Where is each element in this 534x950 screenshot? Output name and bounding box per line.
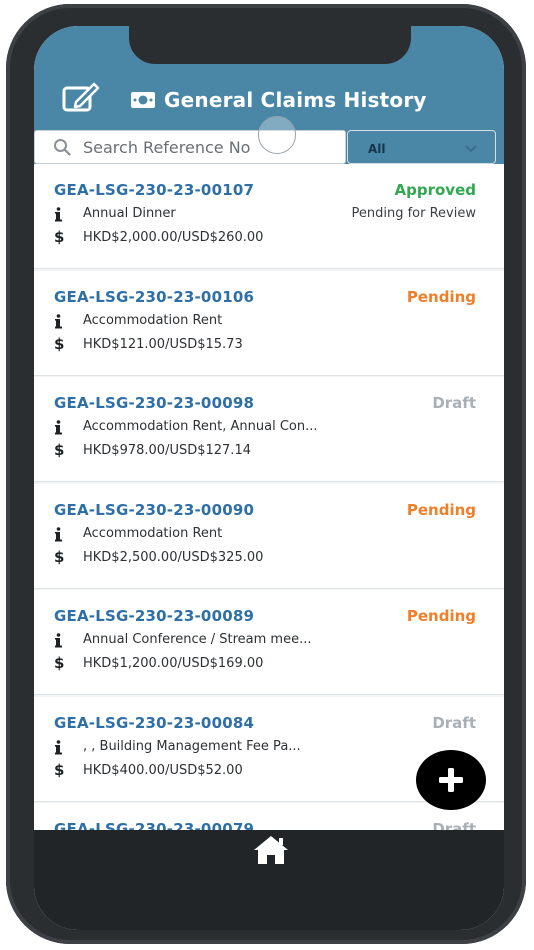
- money-icon: [131, 92, 155, 108]
- home-icon[interactable]: [252, 834, 290, 866]
- claim-reference: GEA-LSG-230-23-00089: [54, 607, 255, 625]
- status-filter-select[interactable]: All: [347, 130, 496, 164]
- info-icon: [55, 313, 62, 328]
- claim-amount: HKD$400.00/USD$52.00: [83, 762, 243, 778]
- claims-list[interactable]: GEA-LSG-230-23-00107 Approved Pending for …: [34, 164, 504, 830]
- claim-status: Pending: [406, 287, 476, 306]
- claim-reference: GEA-LSG-230-23-00090: [54, 500, 255, 519]
- claim-description: Accommodation Rent, Annual Con...: [83, 419, 318, 434]
- screen: General Claims History All GEA-LSG-230-2…: [34, 26, 504, 930]
- claim-amount: HKD$978.00/USD$127.14: [83, 443, 251, 458]
- claim-reference: GEA-LSG-230-23-00079: [54, 820, 255, 830]
- claim-reference: GEA-LSG-230-23-00098: [54, 394, 255, 412]
- bottom-nav-bar: [34, 830, 504, 930]
- dollar-icon: $: [54, 547, 65, 566]
- info-icon: [55, 207, 62, 222]
- claim-reference: GEA-LSG-230-23-00106: [54, 287, 255, 306]
- search-box[interactable]: [34, 130, 346, 164]
- page-title-group: General Claims History: [130, 86, 427, 114]
- plus-icon: [439, 768, 463, 792]
- claim-status: Pending: [406, 500, 476, 519]
- claim-list-item[interactable]: GEA-LSG-230-23-00106 Pending $ Accommodatio…: [34, 270, 504, 376]
- claim-amount: HKD$121.00/USD$15.73: [83, 336, 243, 352]
- claim-description: Accommodation Rent: [83, 312, 223, 328]
- page-title: General Claims History: [164, 88, 427, 112]
- claim-sub-status: Pending for Review: [351, 206, 477, 221]
- claim-amount: HKD$2,500.00/USD$325.00: [83, 549, 264, 565]
- search-icon: [54, 139, 71, 156]
- claim-status: Approved: [394, 181, 476, 199]
- info-icon: [55, 420, 62, 435]
- dollar-icon: $: [54, 760, 65, 779]
- touch-indicator: [258, 116, 296, 154]
- dollar-icon: $: [54, 228, 65, 246]
- claim-description: Annual Dinner: [83, 206, 176, 221]
- claim-status: Pending: [406, 607, 476, 625]
- claim-description: Accommodation Rent: [83, 525, 223, 541]
- claim-status: Draft: [432, 394, 476, 412]
- claim-list-item[interactable]: GEA-LSG-230-23-00107 Approved Pending for …: [34, 164, 504, 269]
- claim-list-item[interactable]: GEA-LSG-230-23-00090 Pending $ Accommodatio…: [34, 483, 504, 589]
- claim-description: , , Building Management Fee Pa...: [83, 738, 301, 754]
- claim-amount: HKD$1,200.00/USD$169.00: [83, 656, 264, 671]
- claim-status: Draft: [432, 820, 476, 830]
- claim-list-item[interactable]: GEA-LSG-230-23-00079Draft$: [34, 803, 504, 830]
- dollar-icon: $: [54, 441, 65, 459]
- claim-status: Draft: [432, 713, 476, 732]
- dollar-icon: $: [54, 334, 65, 353]
- claim-list-item[interactable]: GEA-LSG-230-23-00098 Draft $ Accommodation …: [34, 377, 504, 482]
- filter-selected-value: All: [368, 142, 386, 156]
- claim-description: Annual Conference / Stream mee...: [83, 632, 312, 647]
- claim-reference: GEA-LSG-230-23-00084: [54, 713, 255, 732]
- claim-reference: GEA-LSG-230-23-00107: [54, 181, 255, 199]
- chevron-down-icon: [465, 145, 477, 153]
- info-icon: [55, 739, 62, 754]
- dollar-icon: $: [54, 654, 65, 672]
- add-claim-button[interactable]: [416, 750, 486, 810]
- phone-notch: [129, 26, 411, 64]
- edit-icon[interactable]: [62, 82, 100, 114]
- info-icon: [55, 526, 62, 541]
- claim-amount: HKD$2,000.00/USD$260.00: [83, 230, 264, 245]
- info-icon: [55, 633, 62, 648]
- claim-list-item[interactable]: GEA-LSG-230-23-00089 Pending $ Annual Confe…: [34, 590, 504, 695]
- phone-frame: General Claims History All GEA-LSG-230-2…: [6, 4, 526, 944]
